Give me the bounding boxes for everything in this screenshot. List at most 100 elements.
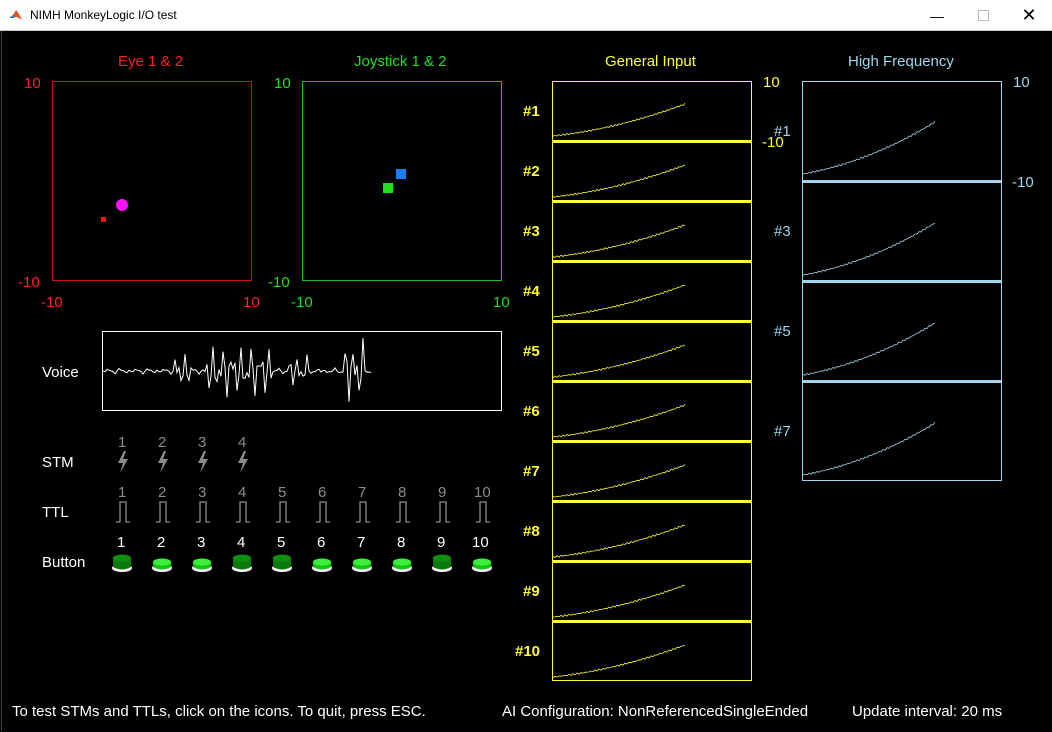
- ttl-10-button[interactable]: [475, 500, 491, 524]
- ttl-8-button[interactable]: [395, 500, 411, 524]
- eye-x-min: -10: [41, 294, 63, 311]
- ttl-number: 3: [198, 484, 207, 501]
- close-button[interactable]: ✕: [1006, 0, 1052, 31]
- general-channel-plot: [552, 321, 752, 381]
- eye-panel-title: Eye 1 & 2: [118, 53, 184, 70]
- button-released-icon: [312, 558, 332, 572]
- pulse-icon: [476, 501, 490, 523]
- general-channel-trace: [553, 403, 686, 438]
- general-channel-plot: [552, 141, 752, 201]
- matlab-icon: [8, 8, 23, 23]
- general-channel-trace: [553, 284, 686, 318]
- joystick-y-max: 10: [274, 75, 291, 92]
- button-2-indicator: [152, 551, 172, 573]
- ttl-3-button[interactable]: [195, 500, 211, 524]
- pulse-icon: [396, 501, 410, 523]
- pulse-icon: [196, 501, 210, 523]
- joystick-x-min: -10: [291, 294, 313, 311]
- ttl-number: 10: [474, 484, 491, 501]
- button-released-icon: [152, 558, 172, 572]
- high-frequency-channel-label: #3: [774, 223, 791, 240]
- general-channel-plot: [552, 381, 752, 441]
- high-frequency-channel-trace: [803, 120, 936, 175]
- button-number: 1: [117, 534, 126, 551]
- footer-hint: To test STMs and TTLs, click on the icon…: [12, 703, 426, 720]
- general-y-max: 10: [763, 74, 780, 91]
- general-channel-plot: [552, 81, 752, 141]
- high-frequency-channel-trace: [803, 421, 936, 476]
- ttl-6-button[interactable]: [315, 500, 331, 524]
- minimize-icon: —: [930, 7, 944, 24]
- button-released-icon: [392, 558, 412, 572]
- ttl-label: TTL: [42, 504, 69, 521]
- ttl-4-button[interactable]: [235, 500, 251, 524]
- ttl-number: 7: [358, 484, 367, 501]
- general-channel-label: #7: [523, 463, 540, 480]
- button-10-indicator: [472, 551, 492, 573]
- general-channel-label: #6: [523, 403, 540, 420]
- general-channel-label: #9: [523, 583, 540, 600]
- lightning-icon: [238, 451, 248, 473]
- high-frequency-channel-plot: [802, 281, 1002, 381]
- pulse-icon: [156, 501, 170, 523]
- maximize-icon: [977, 10, 989, 21]
- update-interval: Update interval: 20 ms: [852, 703, 1003, 720]
- stm-label: STM: [42, 454, 74, 471]
- eye-y-min: -10: [18, 274, 40, 291]
- button-number: 5: [277, 534, 286, 551]
- button-released-icon: [472, 558, 492, 572]
- minimize-button[interactable]: —: [914, 0, 960, 31]
- high-frequency-y-min: -10: [1012, 174, 1034, 191]
- general-channel-plot: [552, 201, 752, 261]
- ttl-number: 6: [318, 484, 327, 501]
- ttl-9-button[interactable]: [435, 500, 451, 524]
- button-number: 8: [397, 534, 406, 551]
- high-frequency-channel-label: #7: [774, 423, 791, 440]
- general-channel-label: #1: [523, 103, 540, 120]
- joystick-2-marker: [383, 183, 393, 193]
- stm-number: 2: [158, 434, 167, 451]
- ttl-number: 2: [158, 484, 167, 501]
- stm-number: 4: [238, 434, 247, 451]
- high-frequency-channel-trace: [803, 323, 936, 376]
- general-channel-trace: [553, 524, 686, 559]
- ttl-1-button[interactable]: [115, 500, 131, 524]
- joystick-y-min: -10: [268, 274, 290, 291]
- general-channel-label: #3: [523, 223, 540, 240]
- button-number: 10: [472, 534, 489, 551]
- close-icon: ✕: [1021, 5, 1037, 25]
- maximize-button[interactable]: [960, 0, 1006, 31]
- button-pressed-icon: [432, 554, 452, 572]
- general-channel-plot: [552, 261, 752, 321]
- stm-number: 1: [118, 434, 127, 451]
- ttl-5-button[interactable]: [275, 500, 291, 524]
- button-9-indicator: [432, 551, 452, 573]
- general-channel-trace: [553, 164, 686, 198]
- general-channel-trace: [553, 644, 686, 679]
- general-channel-plot: [552, 561, 752, 621]
- button-6-indicator: [312, 551, 332, 573]
- general-channel-label: #4: [523, 283, 540, 300]
- stm-4-button[interactable]: [235, 450, 251, 474]
- button-pressed-icon: [272, 554, 292, 572]
- stm-2-button[interactable]: [155, 450, 171, 474]
- joystick-1-marker: [396, 169, 406, 179]
- ttl-7-button[interactable]: [355, 500, 371, 524]
- button-released-icon: [192, 558, 212, 572]
- button-label: Button: [42, 554, 86, 571]
- button-pressed-icon: [112, 554, 132, 572]
- stm-3-button[interactable]: [195, 450, 211, 474]
- stm-1-button[interactable]: [115, 450, 131, 474]
- button-4-indicator: [232, 551, 252, 573]
- button-3-indicator: [192, 551, 212, 573]
- joystick-x-max: 10: [493, 294, 510, 311]
- general-input-title: General Input: [605, 53, 696, 70]
- button-number: 2: [157, 534, 166, 551]
- pulse-icon: [316, 501, 330, 523]
- lightning-icon: [158, 451, 168, 473]
- ttl-2-button[interactable]: [155, 500, 171, 524]
- eye-x-max: 10: [243, 294, 260, 311]
- high-frequency-channel-label: #5: [774, 323, 791, 340]
- high-frequency-channel-label: #1: [774, 123, 791, 140]
- button-released-icon: [352, 558, 372, 572]
